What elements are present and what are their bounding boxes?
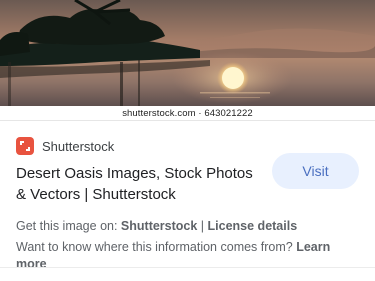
get-image-line: Get this image on: Shutterstock | Licens…: [16, 217, 359, 235]
result-details: Shutterstock Desert Oasis Images, Stock …: [0, 135, 375, 273]
info-source-text: Want to know where this information come…: [16, 240, 297, 254]
get-image-separator: |: [197, 219, 208, 233]
get-image-prefix: Get this image on:: [16, 219, 121, 233]
divider: [0, 267, 375, 268]
source-name: Shutterstock: [42, 138, 115, 154]
visit-button[interactable]: Visit: [272, 153, 359, 189]
license-details-link[interactable]: License details: [208, 219, 298, 233]
shutterstock-logo-icon: [16, 137, 34, 155]
oasis-photo: [0, 0, 375, 106]
image-watermark: shutterstock.com · 643021222: [0, 106, 375, 120]
result-title[interactable]: Desert Oasis Images, Stock Photos & Vect…: [16, 163, 266, 205]
get-image-source-link[interactable]: Shutterstock: [121, 219, 197, 233]
result-image[interactable]: shutterstock.com · 643021222: [0, 0, 375, 121]
